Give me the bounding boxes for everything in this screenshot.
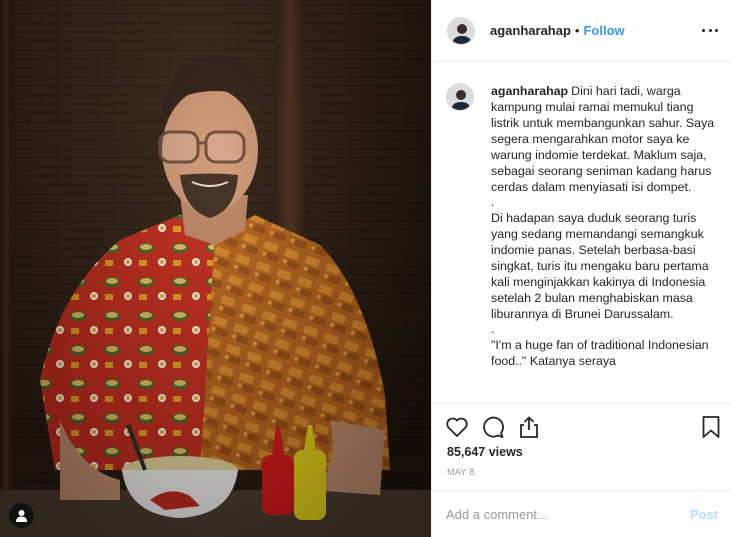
caption-separator: . xyxy=(491,322,495,336)
post-comment-button[interactable]: Post xyxy=(690,507,718,522)
post-photo[interactable] xyxy=(0,0,431,537)
user-tag-icon[interactable] xyxy=(9,503,34,528)
post-date[interactable]: MAY 8 xyxy=(447,467,475,477)
avatar[interactable] xyxy=(446,83,474,111)
caption-paragraph: Di hadapan saya duduk seorang turis yang… xyxy=(491,211,709,321)
follow-button[interactable]: Follow xyxy=(583,23,624,38)
header-separator: • xyxy=(574,23,580,38)
caption-row: aganharahap Dini hari tadi, warga kampung… xyxy=(446,83,716,369)
post-header: aganharahap • Follow xyxy=(432,0,731,62)
caption-paragraph: Dini hari tadi, warga kampung mulai rama… xyxy=(491,84,715,194)
header-username-link[interactable]: aganharahap xyxy=(490,23,571,38)
heart-icon[interactable] xyxy=(444,414,470,440)
avatar[interactable] xyxy=(447,16,475,45)
comment-icon[interactable] xyxy=(480,414,506,440)
comments-list[interactable]: aganharahap Dini hari tadi, warga kampung… xyxy=(432,63,731,403)
caption-separator: . xyxy=(491,195,495,209)
add-comment-form: Post xyxy=(432,490,731,537)
view-count[interactable]: 85,647 views xyxy=(447,445,523,459)
more-options-icon[interactable] xyxy=(702,22,718,38)
caption-username-link[interactable]: aganharahap xyxy=(491,84,568,98)
comment-input[interactable] xyxy=(446,506,690,522)
share-icon[interactable] xyxy=(516,414,542,440)
post-side-panel: aganharahap • Follow aganharahap Dini har… xyxy=(431,0,731,537)
caption-paragraph: "I'm a huge fan of traditional Indonesia… xyxy=(491,338,709,368)
bookmark-icon[interactable] xyxy=(698,414,724,440)
action-bar xyxy=(432,403,731,448)
post-caption: aganharahap Dini hari tadi, warga kampung… xyxy=(491,83,715,369)
